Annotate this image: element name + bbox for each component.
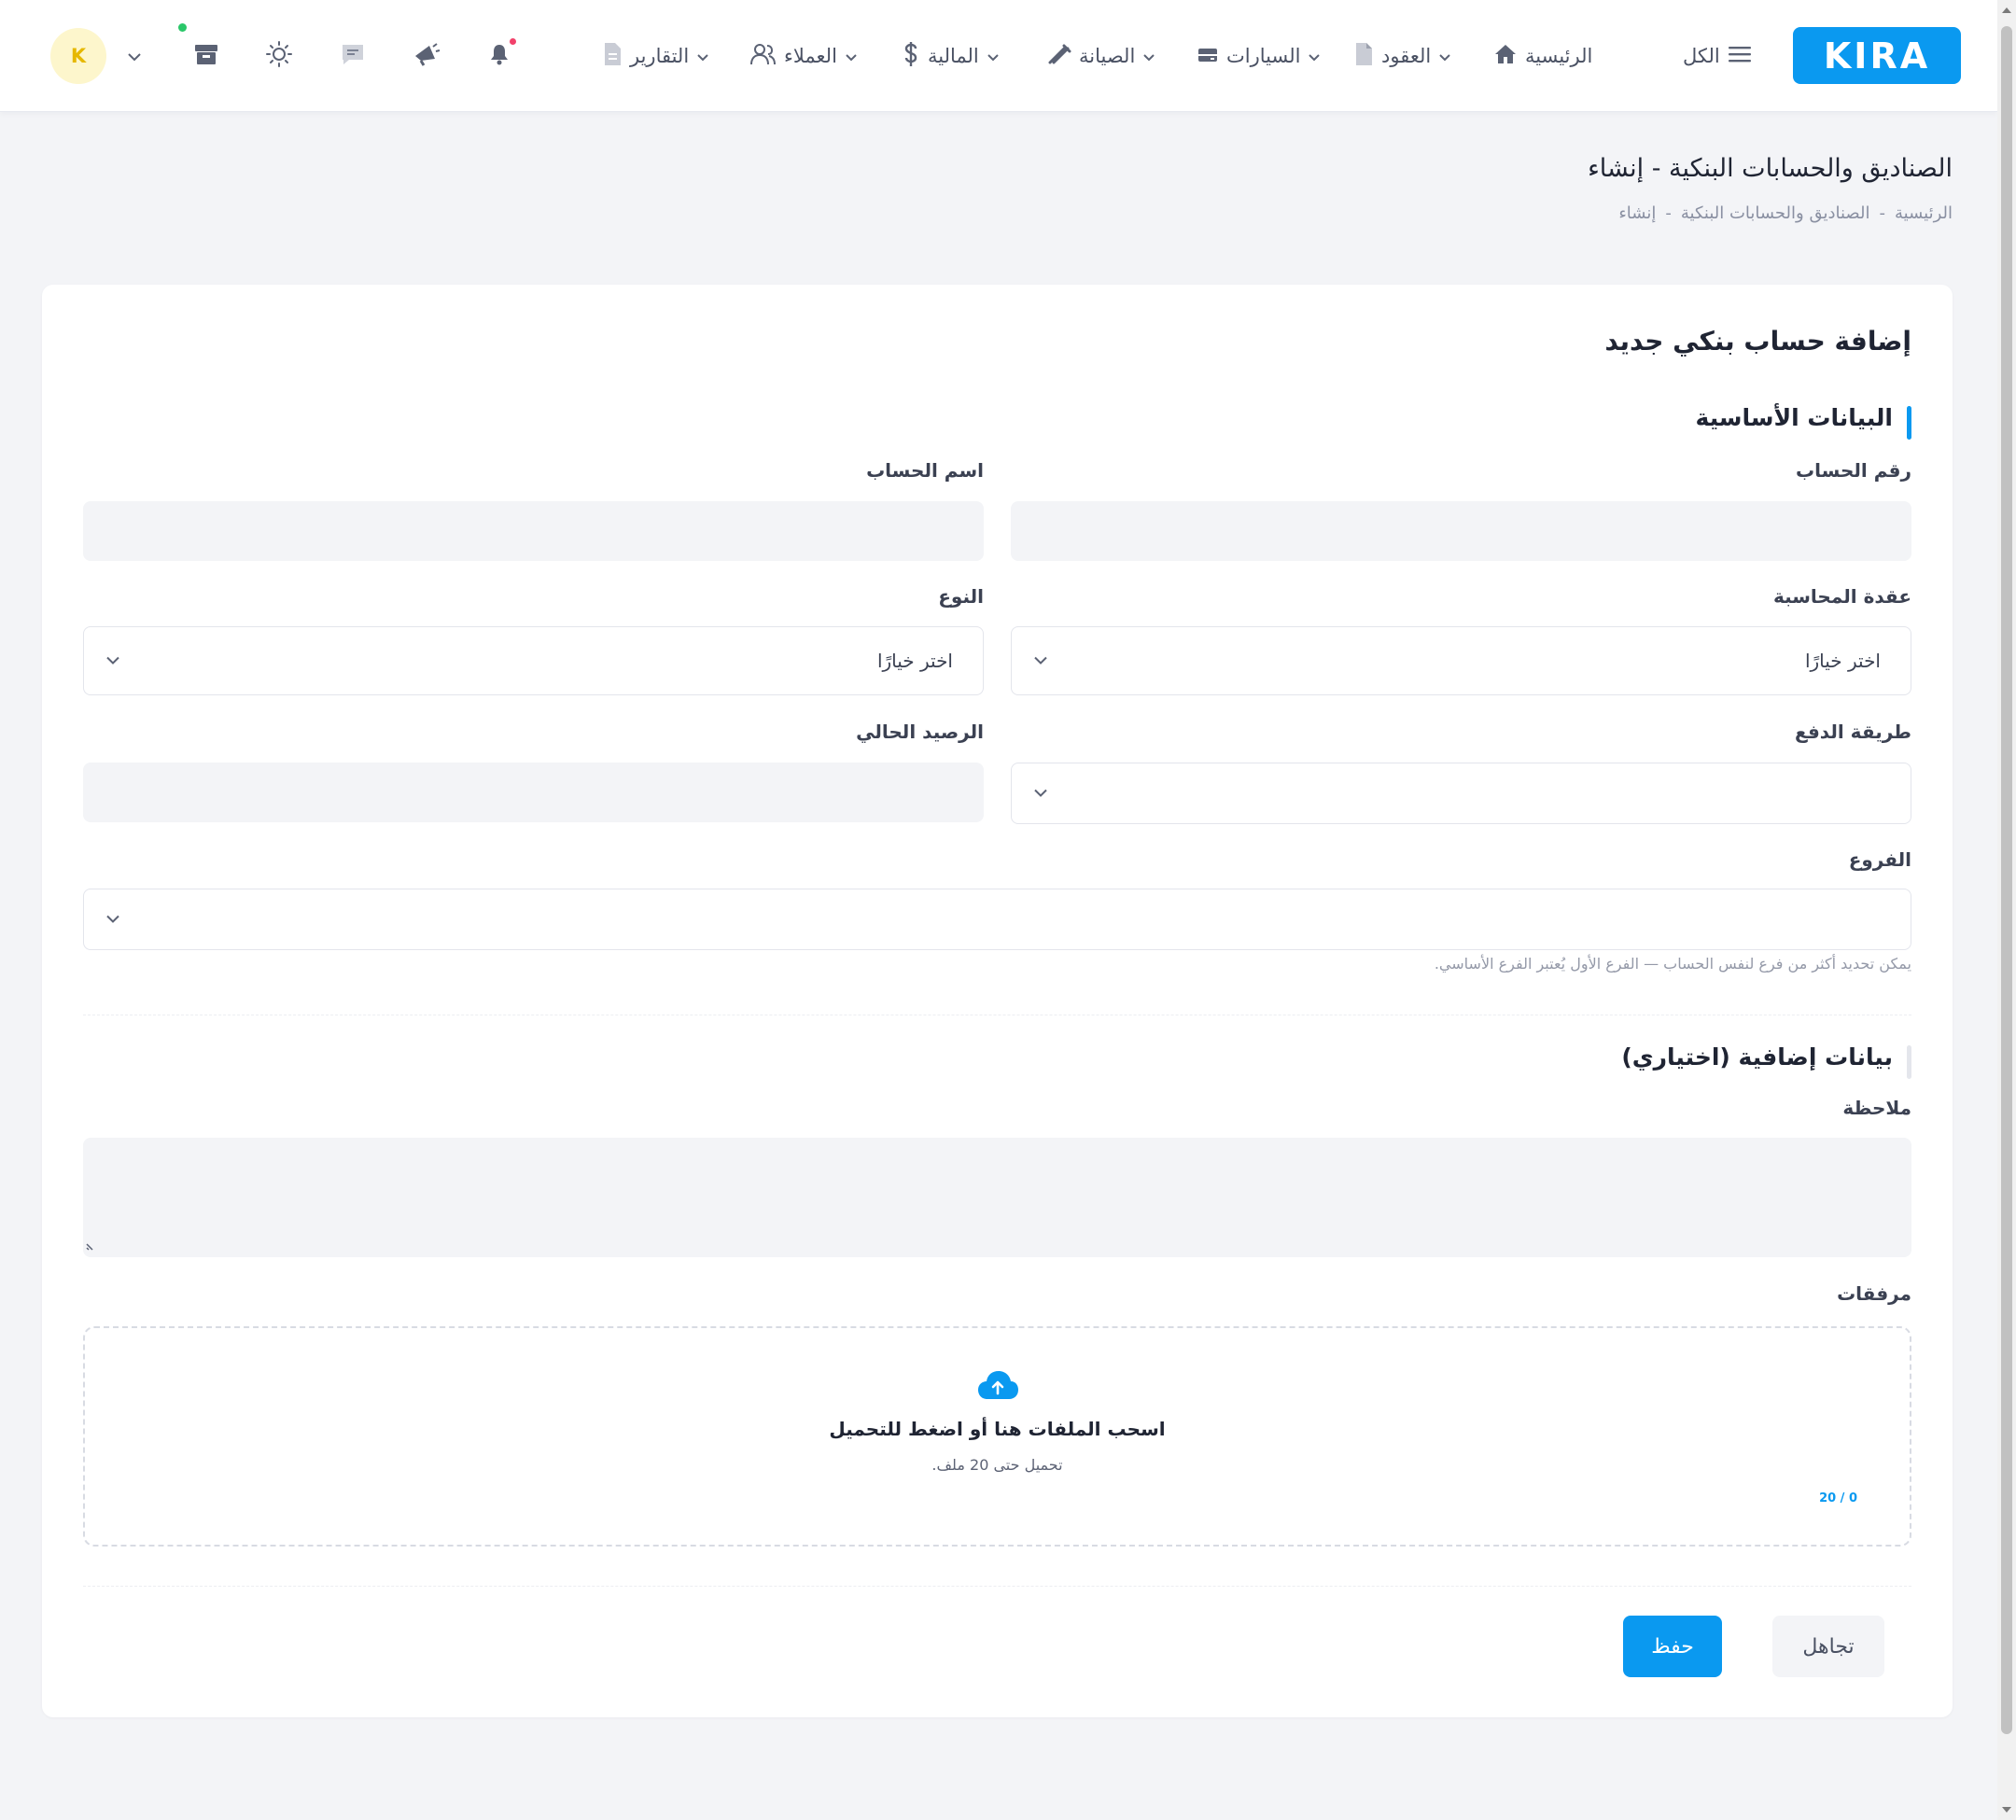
chevron-down-icon	[845, 45, 858, 67]
chevron-down-icon	[127, 48, 142, 65]
wrench-icon	[1047, 43, 1071, 70]
nav-item-customers[interactable]: العملاء	[749, 37, 858, 75]
nav-item-home[interactable]: الرئيسية	[1493, 37, 1592, 75]
current-balance-input[interactable]	[83, 763, 984, 822]
all-menu-label: الكل	[1683, 45, 1720, 67]
dollar-icon	[902, 41, 920, 72]
chevron-down-icon	[696, 45, 709, 67]
notifications-button[interactable]	[481, 37, 518, 75]
online-status-dot	[178, 23, 187, 32]
top-navbar: KIRA الكل الرئيسية العقود السيارات الصيا…	[0, 0, 1997, 112]
resize-grip-icon[interactable]	[85, 1238, 98, 1255]
all-menu-toggle[interactable]: الكل	[1683, 37, 1752, 75]
chevron-down-icon	[987, 45, 1000, 67]
dropzone-file-count: 20 / 0	[1819, 1491, 1857, 1505]
nav-item-label: العقود	[1381, 45, 1432, 67]
attachments-label: مرفقات	[1837, 1282, 1911, 1305]
document-icon	[1353, 42, 1374, 71]
payment-method-label: طريقة الدفع	[1795, 721, 1911, 743]
report-icon	[602, 42, 623, 71]
theme-toggle-button[interactable]	[260, 37, 298, 75]
chevron-down-icon	[1438, 45, 1451, 67]
dropzone-subtitle: تحميل حتى 20 ملف.	[931, 1456, 1063, 1474]
chevron-down-icon	[1032, 785, 1049, 803]
nav-item-reports[interactable]: التقارير	[602, 37, 709, 75]
messages-button[interactable]	[334, 37, 371, 75]
users-icon	[749, 42, 777, 71]
megaphone-icon	[413, 42, 441, 70]
basic-data-section-title: البيانات الأساسية	[1696, 404, 1912, 440]
accounting-node-select[interactable]: اختر خيارًا	[1011, 626, 1911, 695]
sun-icon	[265, 40, 293, 72]
breadcrumb: الرئيسية - الصناديق والحسابات البنكية - …	[1618, 203, 1953, 223]
nav-item-label: المالية	[928, 45, 979, 67]
breadcrumb-separator: -	[1665, 203, 1672, 223]
nav-item-label: العملاء	[784, 45, 837, 67]
type-value: اختر خيارًا	[876, 650, 953, 672]
home-icon	[1493, 43, 1518, 70]
nav-item-cars[interactable]: السيارات	[1197, 37, 1321, 75]
kira-logo[interactable]: KIRA	[1793, 27, 1961, 84]
accounting-node-label: عقدة المحاسبة	[1772, 585, 1911, 608]
type-label: النوع	[938, 585, 984, 608]
note-textarea[interactable]	[83, 1138, 1911, 1257]
branches-select[interactable]	[83, 889, 1911, 950]
page-scrollbar[interactable]	[1997, 0, 2016, 1820]
breadcrumb-home[interactable]: الرئيسية	[1895, 203, 1953, 223]
form-card: إضافة حساب بنكي جديد البيانات الأساسية ر…	[42, 285, 1953, 1717]
nav-item-contracts[interactable]: العقود	[1353, 37, 1451, 75]
type-select[interactable]: اختر خيارًا	[83, 626, 984, 695]
accounting-node-value: اختر خيارًا	[1804, 650, 1881, 672]
scroll-down-arrow[interactable]	[2002, 1807, 2011, 1813]
account-name-input[interactable]	[83, 501, 984, 561]
account-number-label: رقم الحساب	[1796, 459, 1911, 482]
bell-icon	[489, 43, 510, 69]
chevron-down-icon	[105, 652, 121, 670]
notification-dot	[510, 38, 516, 45]
car-icon	[1197, 44, 1219, 69]
cancel-button[interactable]: تجاهل	[1772, 1616, 1884, 1677]
save-button[interactable]: حفظ	[1623, 1616, 1722, 1677]
account-name-label: اسم الحساب	[866, 459, 984, 482]
scroll-thumb[interactable]	[2001, 26, 2012, 1734]
announcements-button[interactable]	[408, 37, 445, 75]
user-menu-toggle[interactable]	[116, 37, 153, 75]
apps-button[interactable]	[178, 23, 225, 75]
branches-hint: يمكن تحديد أكثر من فرع لنفس الحساب — الف…	[1434, 955, 1911, 973]
hamburger-icon	[1728, 45, 1752, 68]
chevron-down-icon	[1308, 45, 1321, 67]
scroll-up-arrow[interactable]	[2002, 7, 2011, 13]
form-title: إضافة حساب بنكي جديد	[1604, 326, 1911, 357]
branches-label: الفروع	[1848, 848, 1911, 871]
chat-icon	[340, 42, 366, 70]
chevron-down-icon	[1032, 652, 1049, 670]
avatar[interactable]: K	[50, 28, 106, 84]
nav-item-label: الصيانة	[1079, 45, 1136, 67]
breadcrumb-current: إنشاء	[1618, 203, 1657, 223]
chevron-down-icon	[1142, 45, 1155, 67]
breadcrumb-separator: -	[1879, 203, 1886, 223]
attachments-dropzone[interactable]: اسحب الملفات هنا أو اضغط للتحميل تحميل ح…	[83, 1326, 1911, 1547]
nav-item-finance[interactable]: المالية	[902, 37, 1000, 75]
account-number-input[interactable]	[1011, 501, 1911, 561]
box-icon	[193, 42, 219, 70]
extra-data-section-title: بيانات إضافية (اختياري)	[1621, 1043, 1911, 1079]
cloud-upload-icon	[976, 1369, 1019, 1405]
payment-method-select[interactable]	[1011, 763, 1911, 824]
current-balance-label: الرصيد الحالي	[856, 721, 984, 743]
nav-item-label: الرئيسية	[1525, 45, 1593, 67]
dropzone-title: اسحب الملفات هنا أو اضغط للتحميل	[829, 1418, 1166, 1440]
page-title: الصناديق والحسابات البنكية - إنشاء	[1588, 154, 1953, 183]
breadcrumb-bank-accounts[interactable]: الصناديق والحسابات البنكية	[1681, 203, 1870, 223]
chevron-down-icon	[105, 911, 121, 929]
note-label: ملاحظة	[1842, 1097, 1911, 1119]
nav-item-maintenance[interactable]: الصيانة	[1047, 37, 1155, 75]
avatar-initial: K	[70, 45, 87, 67]
logo-text: KIRA	[1823, 35, 1931, 77]
nav-item-label: التقارير	[630, 45, 690, 67]
nav-item-label: السيارات	[1226, 45, 1301, 67]
actions-divider	[83, 1586, 1911, 1587]
